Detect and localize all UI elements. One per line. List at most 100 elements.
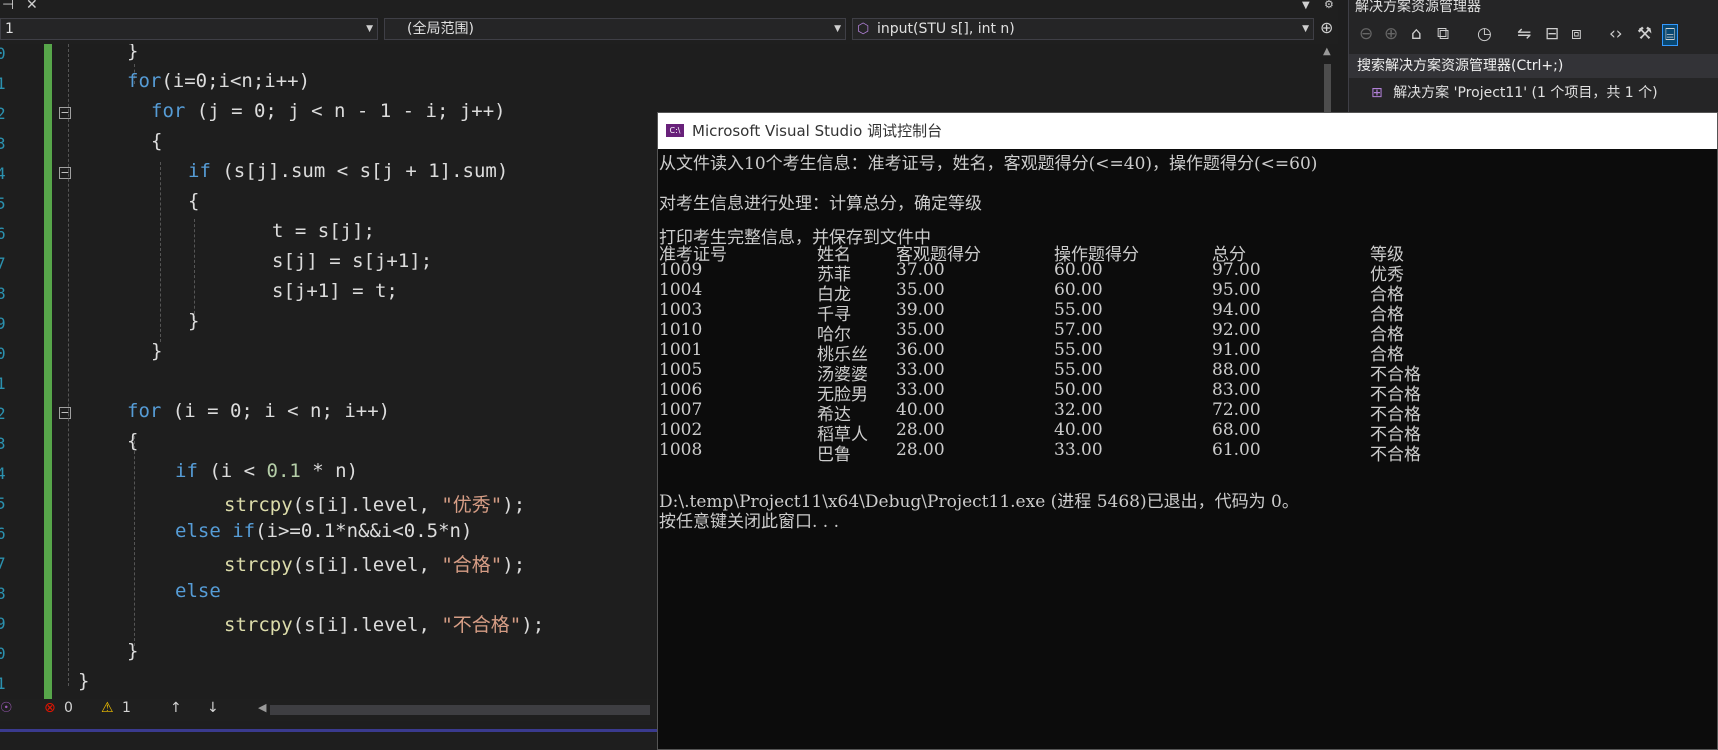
- code-line: {: [151, 130, 163, 152]
- cell-practical: 55.00: [1054, 300, 1103, 320]
- horizontal-scrollbar[interactable]: [270, 705, 650, 715]
- error-count[interactable]: 0: [64, 700, 73, 716]
- tree-item-label: 解决方案 'Project11' (1 个项目，共 1 个): [1393, 85, 1658, 101]
- line-number: 4: [0, 464, 6, 483]
- cell-total: 68.00: [1212, 420, 1261, 440]
- indent-guide: [134, 436, 135, 646]
- console-title: Microsoft Visual Studio 调试控制台: [692, 122, 943, 140]
- dropdown-arrow-icon[interactable]: ▼: [1302, 0, 1310, 11]
- gear-icon[interactable]: ⚙: [1324, 0, 1334, 11]
- forward-icon[interactable]: ⊕: [1384, 24, 1398, 44]
- console-output: 从文件读入10个考生信息：准考证号，姓名，客观题得分(<=40)，操作题得分(<…: [658, 149, 1717, 749]
- switch-views-icon[interactable]: ⧉: [1437, 24, 1449, 44]
- pin-icon[interactable]: ⊣: [2, 0, 14, 13]
- code-line: }: [188, 310, 200, 332]
- chevron-down-icon: ▼: [366, 24, 373, 34]
- solution-toolbar: ⊖ ⊕ ⌂ ⧉ ◷ ⇋ ⊟ ⧈ ‹› ⚒ ⌸: [1349, 20, 1718, 50]
- code-view-icon[interactable]: ‹›: [1609, 24, 1623, 44]
- change-tracking-bar: [44, 44, 52, 699]
- scroll-left-icon[interactable]: ◀: [258, 701, 266, 714]
- cell-id: 1004: [659, 280, 703, 300]
- cell-id: 1005: [659, 360, 703, 380]
- line-number: 8: [0, 584, 6, 603]
- warning-count[interactable]: 1: [122, 700, 131, 716]
- project-combo[interactable]: 1 ▼: [0, 18, 378, 40]
- cell-objective: 39.00: [896, 300, 945, 320]
- console-line: 对考生信息进行处理：计算总分，确定等级: [659, 194, 982, 214]
- line-number: 1: [0, 674, 6, 693]
- cell-objective: 40.00: [896, 400, 945, 420]
- arrow-down-icon[interactable]: ↓: [207, 700, 219, 716]
- member-combo[interactable]: ⬡ input(STU s[], int n) ▼: [852, 18, 1314, 40]
- code-line: s[j+1] = t;: [272, 280, 398, 302]
- cell-objective: 35.00: [896, 280, 945, 300]
- cell-practical: 57.00: [1054, 320, 1103, 340]
- cell-id: 1003: [659, 300, 703, 320]
- cell-id: 1009: [659, 260, 703, 280]
- cube-icon: ⬡: [857, 21, 870, 37]
- code-line: for (i = 0; i < n; i++): [127, 400, 391, 422]
- home-icon[interactable]: ⌂: [1411, 24, 1422, 44]
- cell-total: 83.00: [1212, 380, 1261, 400]
- line-number: 7: [0, 554, 6, 573]
- console-titlebar[interactable]: C:\ Microsoft Visual Studio 调试控制台: [658, 113, 1717, 149]
- indent-guide: [194, 219, 195, 319]
- cell-id: 1010: [659, 320, 703, 340]
- line-number: 5: [0, 194, 6, 213]
- project-combo-value: 1: [5, 21, 14, 37]
- cell-objective: 37.00: [896, 260, 945, 280]
- sync-icon[interactable]: ⇋: [1517, 24, 1531, 44]
- cell-objective: 33.00: [896, 380, 945, 400]
- cell-id: 1001: [659, 340, 703, 360]
- code-line: s[j] = s[j+1];: [272, 250, 433, 272]
- show-all-files-icon[interactable]: ⧈: [1571, 24, 1582, 44]
- code-line: t = s[j];: [272, 220, 375, 242]
- scope-combo[interactable]: (全局范围) ▼: [384, 18, 846, 40]
- solution-search-input[interactable]: 搜索解决方案资源管理器(Ctrl+;): [1349, 54, 1718, 78]
- health-icon[interactable]: ☉: [0, 700, 13, 716]
- wrench-icon[interactable]: ⚒: [1637, 24, 1652, 44]
- indent-guide: [68, 44, 69, 686]
- cell-objective: 35.00: [896, 320, 945, 340]
- line-number: 5: [0, 494, 6, 513]
- cell-id: 1007: [659, 400, 703, 420]
- code-line: {: [188, 190, 200, 212]
- line-number: 6: [0, 524, 6, 543]
- cell-total: 94.00: [1212, 300, 1261, 320]
- cell-practical: 55.00: [1054, 360, 1103, 380]
- scroll-up-icon[interactable]: ▲: [1323, 46, 1331, 57]
- line-number: 2: [0, 404, 6, 423]
- cell-total: 88.00: [1212, 360, 1261, 380]
- history-icon[interactable]: ◷: [1477, 24, 1492, 44]
- tree-item-solution[interactable]: ⊞ 解决方案 'Project11' (1 个项目，共 1 个): [1371, 82, 1658, 102]
- arrow-up-icon[interactable]: ↑: [170, 700, 182, 716]
- code-line: for (j = 0; j < n - 1 - i; j++): [151, 100, 506, 122]
- cell-practical: 60.00: [1054, 280, 1103, 300]
- collapse-icon[interactable]: −: [59, 407, 71, 419]
- preview-icon[interactable]: ⌸: [1662, 24, 1679, 46]
- close-icon[interactable]: ✕: [26, 0, 38, 13]
- line-number: 3: [0, 434, 6, 453]
- collapse-icon[interactable]: −: [59, 167, 71, 179]
- console-line: 按任意键关闭此窗口. . .: [659, 512, 840, 532]
- cell-total: 95.00: [1212, 280, 1261, 300]
- line-number: 0: [0, 44, 6, 63]
- collapse-icon[interactable]: −: [59, 107, 71, 119]
- error-icon[interactable]: ⊗: [44, 700, 56, 716]
- scope-combo-value: (全局范围): [407, 21, 474, 37]
- cell-objective: 28.00: [896, 420, 945, 440]
- panel-title: 解决方案资源管理器: [1355, 0, 1481, 15]
- warning-icon[interactable]: ⚠: [101, 700, 114, 716]
- collapse-all-icon[interactable]: ⊟: [1545, 24, 1559, 44]
- cell-practical: 60.00: [1054, 260, 1103, 280]
- back-icon[interactable]: ⊖: [1359, 24, 1373, 44]
- console-app-icon: C:\: [666, 124, 684, 137]
- cell-total: 61.00: [1212, 440, 1261, 460]
- line-number: 3: [0, 134, 6, 153]
- member-combo-value: input(STU s[], int n): [877, 21, 1015, 37]
- cell-objective: 33.00: [896, 360, 945, 380]
- split-window-icon[interactable]: ⊕: [1320, 18, 1333, 37]
- debug-console-window[interactable]: C:\ Microsoft Visual Studio 调试控制台 从文件读入1…: [657, 112, 1718, 750]
- line-number: 0: [0, 344, 6, 363]
- cell-total: 97.00: [1212, 260, 1261, 280]
